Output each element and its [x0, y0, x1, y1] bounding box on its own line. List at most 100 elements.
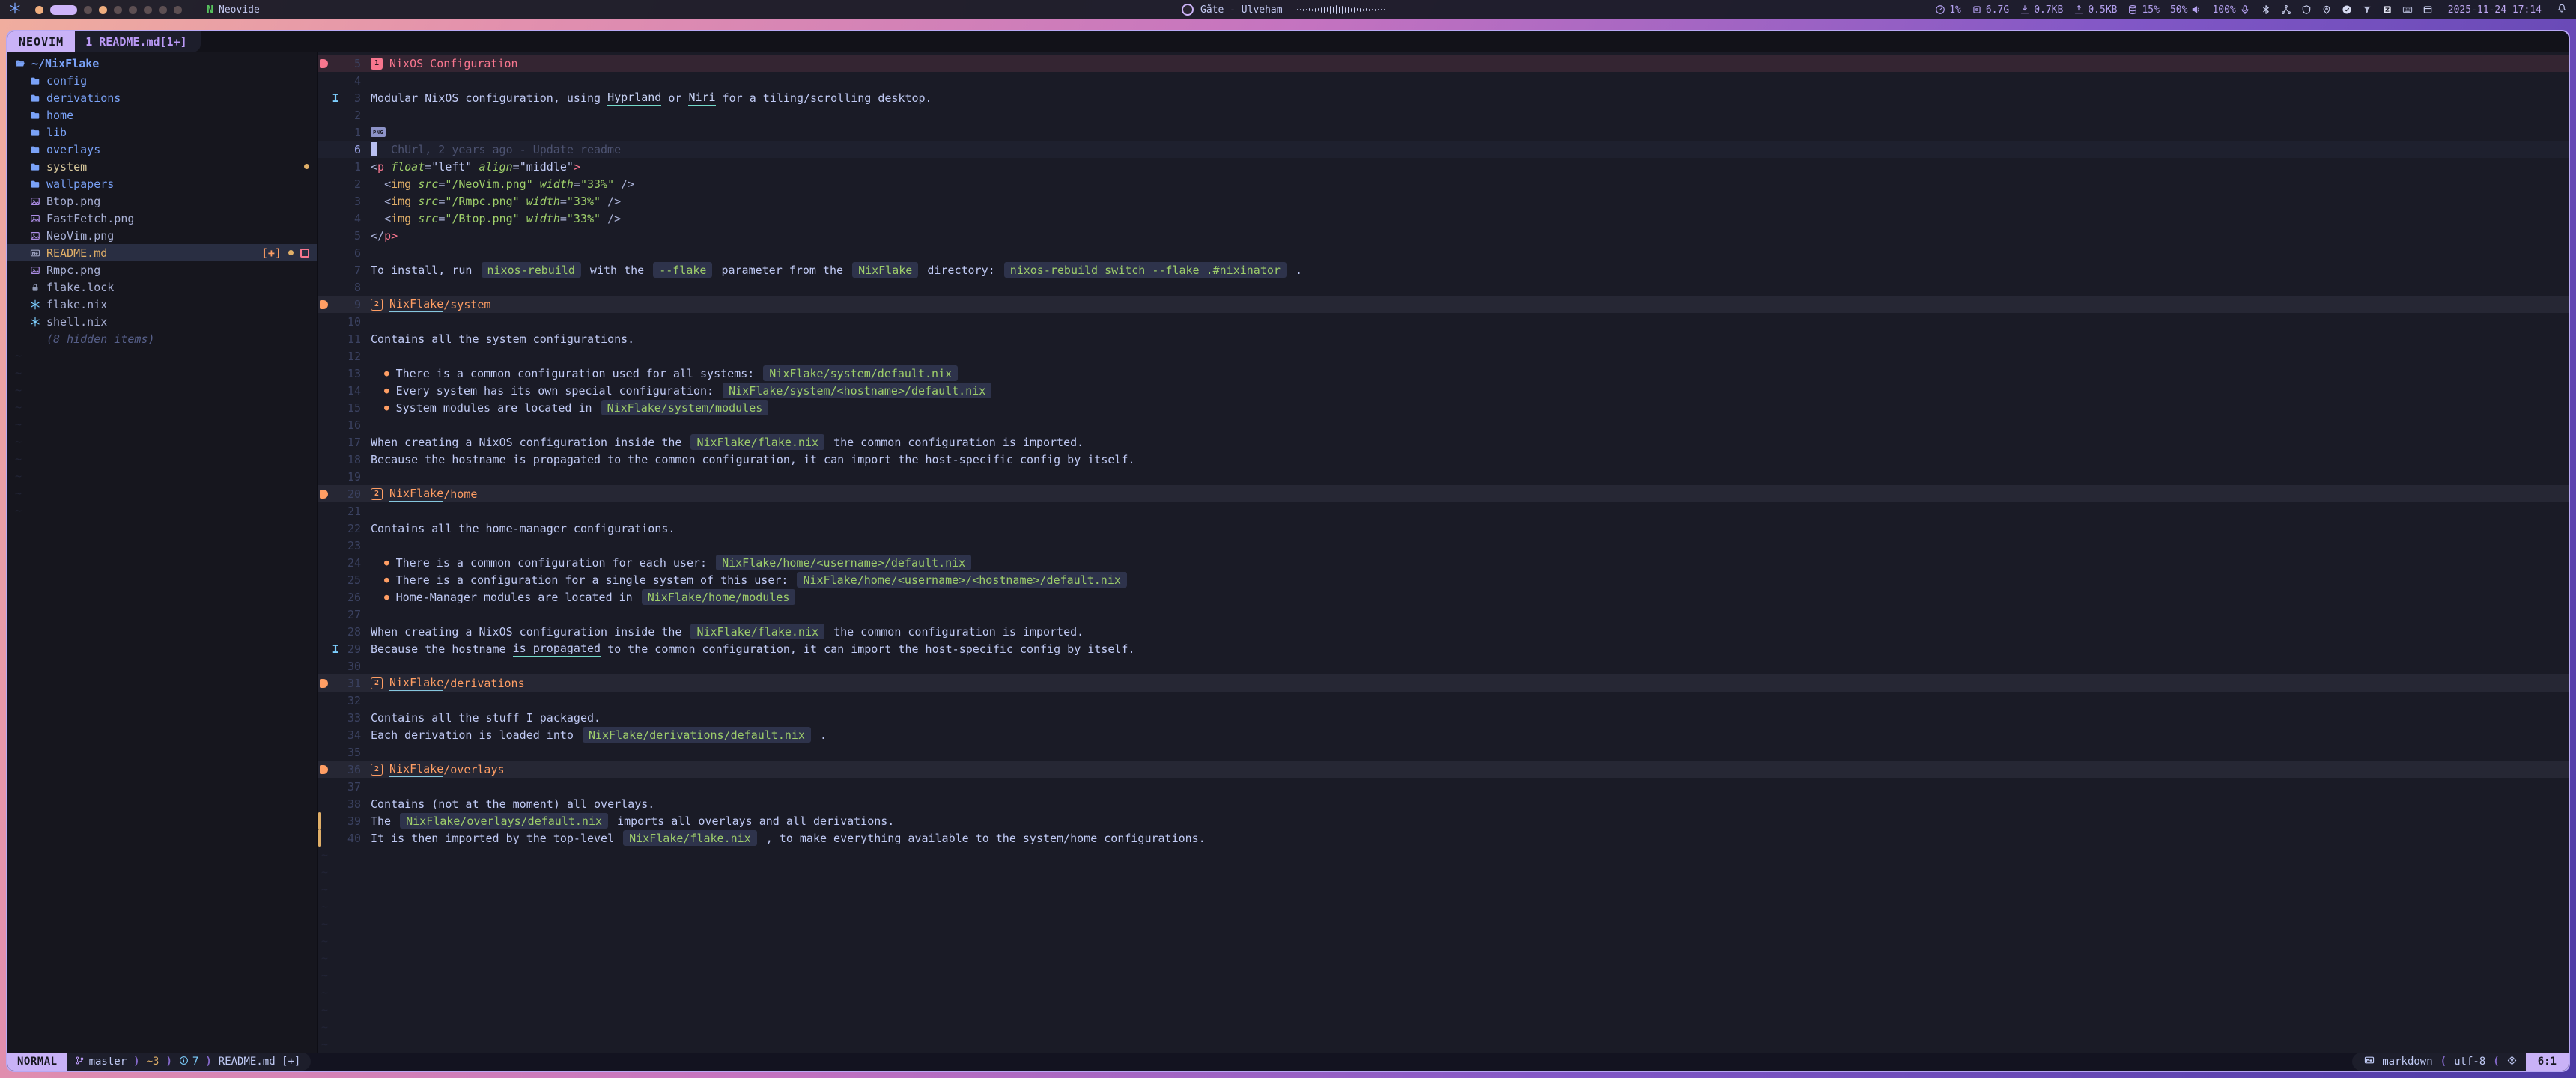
editor-line-32[interactable]: 32 [318, 692, 2569, 709]
tree-item-rmpc-png[interactable]: Rmpc.png [7, 261, 317, 278]
tree-item-nixflake[interactable]: ~/NixFlake [7, 55, 317, 72]
editor-line-1[interactable]: 1<p float="left" align="middle"> [318, 158, 2569, 175]
bluetooth-icon[interactable] [2261, 4, 2271, 15]
editor-line-2[interactable]: 2 [318, 106, 2569, 124]
tree-item-flake-nix[interactable]: flake.nix [7, 296, 317, 313]
workspace-9[interactable] [174, 6, 182, 14]
fold-column[interactable] [318, 300, 329, 309]
editor-line-38[interactable]: 38Contains (not at the moment) all overl… [318, 795, 2569, 812]
editor-line-22[interactable]: 22Contains all the home-manager configur… [318, 520, 2569, 537]
editor-line-30[interactable]: 30 [318, 657, 2569, 674]
fold-column[interactable] [318, 490, 329, 499]
tree-item-8-hidden-items[interactable]: (8 hidden items) [7, 330, 317, 347]
editor-line-17[interactable]: 17When creating a NixOS configuration in… [318, 433, 2569, 451]
editor-line-34[interactable]: 34Each derivation is loaded into NixFlak… [318, 726, 2569, 743]
workspace-4[interactable] [99, 6, 107, 14]
check-icon[interactable] [2342, 4, 2352, 15]
tree-item-readme-md[interactable]: README.md[+] [7, 244, 317, 261]
tree-item-system[interactable]: system [7, 158, 317, 175]
editor-line-37[interactable]: 37 [318, 778, 2569, 795]
editor-line-29[interactable]: I29Because the hostname is propagated to… [318, 640, 2569, 657]
editor-line-3[interactable]: I3Modular NixOS configuration, using Hyp… [318, 89, 2569, 106]
tree-item-label: flake.lock [46, 281, 114, 294]
funnel-icon[interactable] [2362, 4, 2372, 15]
fold-marker-icon[interactable] [320, 59, 328, 68]
tree-item-home[interactable]: home [7, 106, 317, 124]
editor-line-27[interactable]: 27 [318, 606, 2569, 623]
keyboard-icon[interactable] [2402, 4, 2413, 15]
editor-line-12[interactable]: 12 [318, 347, 2569, 365]
editor-line-33[interactable]: 33Contains all the stuff I packaged. [318, 709, 2569, 726]
fold-column[interactable] [318, 59, 329, 68]
tree-item-derivations[interactable]: derivations [7, 89, 317, 106]
editor-line-18[interactable]: 18Because the hostname is propagated to … [318, 451, 2569, 468]
tree-item-overlays[interactable]: overlays [7, 141, 317, 158]
tree-item-lib[interactable]: lib [7, 124, 317, 141]
editor-line-2[interactable]: 2 <img src="/NeoVim.png" width="33%" /> [318, 175, 2569, 192]
workspace-6[interactable] [129, 6, 137, 14]
workspace-1[interactable] [35, 6, 43, 14]
editor-line-6[interactable]: 6 [318, 244, 2569, 261]
tree-item-btop-png[interactable]: Btop.png [7, 192, 317, 210]
fold-column[interactable] [318, 679, 329, 688]
editor-line-25[interactable]: 25●There is a configuration for a single… [318, 571, 2569, 588]
editor-line-23[interactable]: 23 [318, 537, 2569, 554]
editor-line-15[interactable]: 15●System modules are located in NixFlak… [318, 399, 2569, 416]
disk-value: 15% [2142, 4, 2159, 16]
editor-line-26[interactable]: 26●Home-Manager modules are located in N… [318, 588, 2569, 606]
editor-line-4[interactable]: 4 [318, 72, 2569, 89]
editor-line-28[interactable]: 28When creating a NixOS configuration in… [318, 623, 2569, 640]
editor-line-9[interactable]: 92NixFlake/system [318, 296, 2569, 313]
fold-marker-icon[interactable] [320, 679, 328, 688]
tree-item-neovim-png[interactable]: NeoVim.png [7, 227, 317, 244]
editor-line-40[interactable]: 40It is then imported by the top-level N… [318, 829, 2569, 847]
editor-line-19[interactable]: 19 [318, 468, 2569, 485]
editor-line-8[interactable]: 8 [318, 278, 2569, 296]
editor-line-5[interactable]: 51NixOS Configuration [318, 55, 2569, 72]
editor-line-7[interactable]: 7To install, run nixos-rebuild with the … [318, 261, 2569, 278]
editor-line-21[interactable]: 21 [318, 502, 2569, 520]
editor-line-20[interactable]: 202NixFlake/home [318, 485, 2569, 502]
editor-line-5[interactable]: 5</p> [318, 227, 2569, 244]
fold-marker-icon[interactable] [320, 300, 328, 309]
editor-line-39[interactable]: 39The NixFlake/overlays/default.nix impo… [318, 812, 2569, 829]
tray-icon[interactable] [2422, 4, 2433, 15]
workspace-3[interactable] [84, 6, 92, 14]
editor-line-31[interactable]: 312NixFlake/derivations [318, 674, 2569, 692]
editor-line-4[interactable]: 4 <img src="/Btop.png" width="33%" /> [318, 210, 2569, 227]
editor-line-10[interactable]: 10 [318, 313, 2569, 330]
editor-line-13[interactable]: 13●There is a common configuration used … [318, 365, 2569, 382]
editor-line-24[interactable]: 24●There is a common configuration for e… [318, 554, 2569, 571]
tree-item-fastfetch-png[interactable]: FastFetch.png [7, 210, 317, 227]
zbox-icon[interactable] [2382, 4, 2393, 15]
editor-line-14[interactable]: 14●Every system has its own special conf… [318, 382, 2569, 399]
fold-column[interactable] [318, 765, 329, 774]
tree-item-config[interactable]: config [7, 72, 317, 89]
editor-line-36[interactable]: 362NixFlake/overlays [318, 761, 2569, 778]
editor-line-35[interactable]: 35 [318, 743, 2569, 761]
workspace-2-active[interactable] [50, 5, 77, 15]
location-icon[interactable] [2321, 4, 2332, 15]
bell-icon[interactable] [2557, 3, 2567, 16]
network-icon[interactable] [2281, 4, 2291, 15]
editor-line-6[interactable]: 6 ChUrl, 2 years ago - Update readme [318, 141, 2569, 158]
tree-item-shell-nix[interactable]: shell.nix [7, 313, 317, 330]
editor-line-11[interactable]: 11Contains all the system configurations… [318, 330, 2569, 347]
fold-marker-icon[interactable] [320, 490, 328, 499]
tab-readme[interactable]: 1 README.md[1+] [75, 31, 200, 52]
code-segment-t [520, 212, 526, 225]
workspace-8[interactable] [159, 6, 167, 14]
music-widget[interactable]: Gåte - Ulveham [1182, 4, 1385, 16]
tree-item-label: system [46, 160, 87, 174]
editor-line-16[interactable]: 16 [318, 416, 2569, 433]
workspace-7[interactable] [144, 6, 152, 14]
editor-line-1[interactable]: 1PNG [318, 124, 2569, 141]
tree-item-wallpapers[interactable]: wallpapers [7, 175, 317, 192]
workspace-5[interactable] [114, 6, 122, 14]
editor-buffer[interactable]: 51NixOS Configuration4I3Modular NixOS co… [318, 52, 2569, 1053]
tree-item-flake-lock[interactable]: flake.lock [7, 278, 317, 296]
editor-line-3[interactable]: 3 <img src="/Rmpc.png" width="33%" /> [318, 192, 2569, 210]
fold-marker-icon[interactable] [320, 765, 328, 774]
shield-icon[interactable] [2301, 4, 2312, 15]
code-segment-code: NixFlake/home/<username>/default.nix [716, 555, 971, 570]
